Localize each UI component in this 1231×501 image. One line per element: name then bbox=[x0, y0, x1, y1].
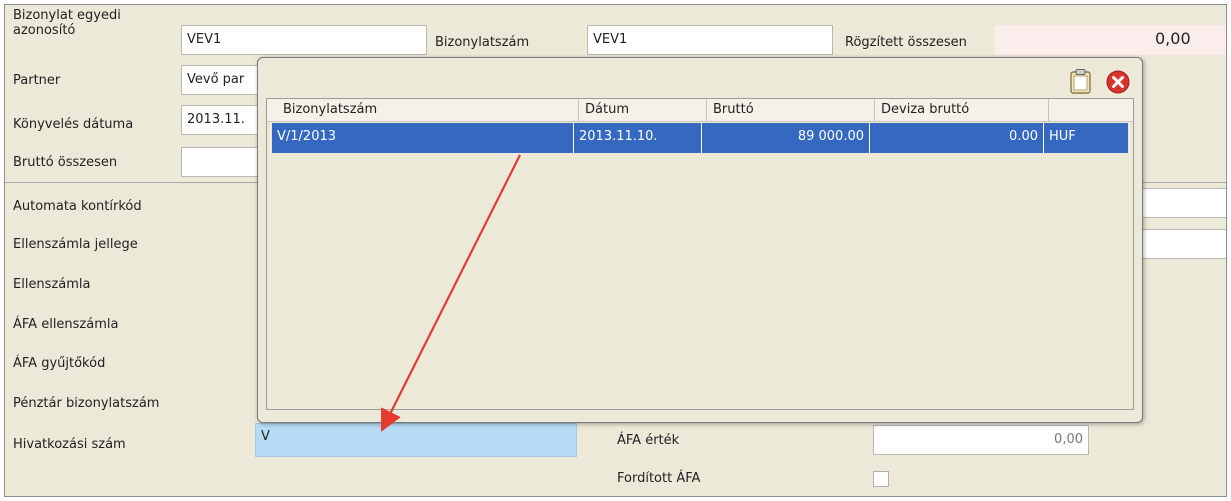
reference-number-field[interactable]: V bbox=[255, 423, 577, 457]
auto-code-field[interactable] bbox=[1135, 188, 1226, 218]
counter-account-label: Ellenszámla bbox=[13, 277, 91, 292]
reverse-vat-label: Fordított ÁFA bbox=[617, 471, 701, 486]
partner-label: Partner bbox=[13, 73, 61, 88]
doc-id-label: Bizonylat egyedi azonosító bbox=[13, 8, 121, 38]
cell-currency: HUF bbox=[1049, 129, 1076, 144]
posting-date-label: Könyvelés dátuma bbox=[13, 117, 134, 132]
doc-number-field[interactable]: VEV1 bbox=[587, 25, 833, 55]
clipboard-icon[interactable] bbox=[1068, 68, 1094, 94]
doc-id-field[interactable]: VEV1 bbox=[181, 25, 427, 55]
cash-doc-number-label: Pénztár bizonylatszám bbox=[13, 396, 160, 411]
vat-value-field[interactable]: 0,00 bbox=[873, 425, 1089, 455]
reference-number-label: Hivatkozási szám bbox=[13, 437, 126, 452]
column-header-gross[interactable]: Bruttó bbox=[707, 99, 875, 121]
vat-collect-code-label: ÁFA gyűjtőkód bbox=[13, 356, 106, 371]
document-picker-popup: Bizonylatszám Dátum Bruttó Deviza bruttó… bbox=[257, 57, 1143, 423]
reverse-vat-checkbox[interactable] bbox=[873, 471, 889, 487]
counter-account-type-field[interactable] bbox=[1135, 229, 1226, 259]
column-header-currency bbox=[1049, 99, 1133, 121]
cell-date: 2013.11.10. bbox=[574, 123, 702, 153]
doc-number-label: Bizonylatszám bbox=[435, 35, 530, 50]
cell-doc-number: V/1/2013 bbox=[272, 123, 574, 153]
recorded-total-label: Rögzített összesen bbox=[845, 35, 967, 50]
counter-account-type-label: Ellenszámla jellege bbox=[13, 237, 138, 252]
cell-fx-gross: 0.00 bbox=[870, 123, 1044, 153]
column-header-fx-gross[interactable]: Deviza bruttó bbox=[875, 99, 1049, 121]
form-window: Bizonylat egyedi azonosító VEV1 Bizonyla… bbox=[4, 4, 1227, 497]
cell-gross: 89 000.00 bbox=[702, 123, 870, 153]
column-header-date[interactable]: Dátum bbox=[579, 99, 707, 121]
recorded-total-field bbox=[995, 25, 1226, 55]
auto-code-label: Automata kontírkód bbox=[13, 199, 142, 214]
close-icon[interactable] bbox=[1106, 70, 1130, 94]
recorded-total-value: 0,00 bbox=[1155, 29, 1191, 48]
vat-counter-account-label: ÁFA ellenszámla bbox=[13, 317, 119, 332]
column-header-doc-number[interactable]: Bizonylatszám bbox=[277, 99, 579, 121]
results-grid: Bizonylatszám Dátum Bruttó Deviza bruttó… bbox=[266, 98, 1134, 410]
grid-header: Bizonylatszám Dátum Bruttó Deviza bruttó bbox=[267, 99, 1133, 122]
vat-value-label: ÁFA érték bbox=[617, 433, 680, 448]
gross-total-label: Bruttó összesen bbox=[13, 155, 118, 170]
table-row[interactable]: V/1/2013 2013.11.10. 89 000.00 0.00 HUF bbox=[272, 123, 1128, 153]
